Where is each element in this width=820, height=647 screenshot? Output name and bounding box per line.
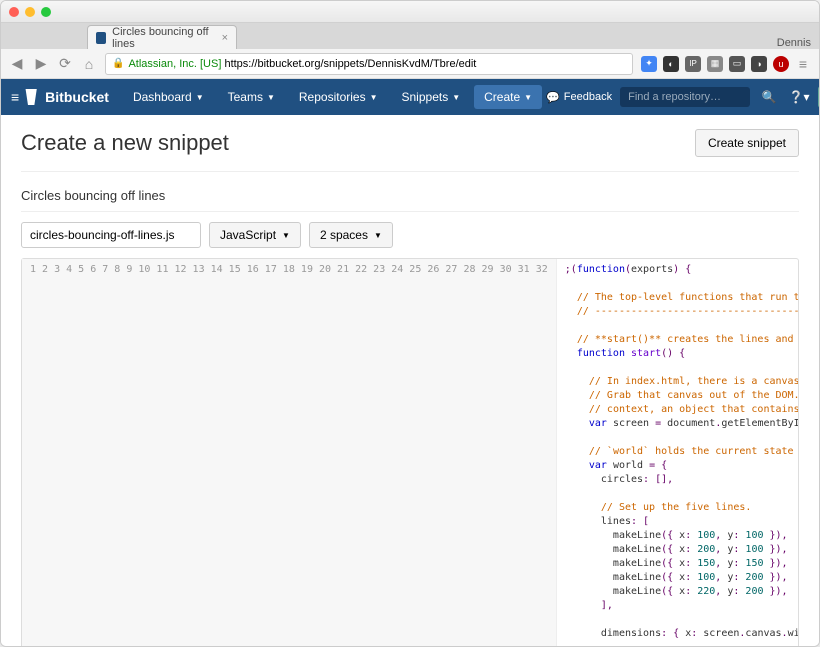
code-editor[interactable]: 1 2 3 4 5 6 7 8 9 10 11 12 13 14 15 16 1…: [21, 258, 799, 646]
bitbucket-favicon: [96, 32, 106, 44]
bitbucket-logo[interactable]: Bitbucket: [23, 89, 109, 105]
ext-icon[interactable]: ▦: [707, 56, 723, 72]
nav-teams[interactable]: Teams▼: [218, 84, 285, 110]
url-field[interactable]: 🔒 Atlassian, Inc. [US] https://bitbucket…: [105, 53, 633, 75]
chevron-down-icon: ▼: [267, 93, 275, 102]
reload-button[interactable]: ⟳: [57, 56, 73, 72]
url-path: https://bitbucket.org/snippets/DennisKvd…: [224, 58, 476, 70]
browser-tab[interactable]: Circles bouncing off lines ×: [87, 25, 237, 49]
close-tab-icon[interactable]: ×: [222, 32, 228, 44]
address-bar: ◀ ▶ ⟳ ⌂ 🔒 Atlassian, Inc. [US] https://b…: [1, 49, 819, 79]
chevron-down-icon: ▼: [282, 231, 290, 240]
chevron-down-icon: ▼: [370, 93, 378, 102]
ext-icon[interactable]: ✦: [641, 56, 657, 72]
maximize-window-button[interactable]: [41, 7, 51, 17]
create-button[interactable]: Create▼: [474, 85, 542, 109]
browser-window: Circles bouncing off lines × Dennis ◀ ▶ …: [0, 0, 820, 647]
search-input[interactable]: [620, 87, 750, 107]
profile-name: Dennis: [777, 37, 819, 49]
minimize-window-button[interactable]: [25, 7, 35, 17]
close-window-button[interactable]: [9, 7, 19, 17]
chevron-down-icon: ▼: [374, 231, 382, 240]
chevron-down-icon: ▼: [452, 93, 460, 102]
snippet-title-input[interactable]: [21, 172, 799, 211]
search-icon[interactable]: 🔍: [758, 86, 780, 108]
extension-icons: ✦ ◐ IP ▦ ▭ ◑ u ≡: [641, 56, 811, 72]
chevron-down-icon: ▼: [196, 93, 204, 102]
bucket-icon: [23, 89, 39, 105]
nav-dashboard[interactable]: Dashboard▼: [123, 84, 214, 110]
feedback-link[interactable]: 💬Feedback: [546, 91, 612, 104]
tab-title: Circles bouncing off lines: [112, 26, 215, 50]
line-gutter: 1 2 3 4 5 6 7 8 9 10 11 12 13 14 15 16 1…: [22, 259, 557, 646]
file-toolbar: JavaScript▼ 2 spaces▼: [21, 211, 799, 258]
indent-select[interactable]: 2 spaces▼: [309, 222, 393, 248]
ext-icon[interactable]: IP: [685, 56, 701, 72]
ext-icon[interactable]: ▭: [729, 56, 745, 72]
hamburger-icon[interactable]: ≡: [11, 89, 19, 105]
lock-icon: 🔒: [112, 58, 124, 69]
titlebar: [1, 1, 819, 23]
home-button[interactable]: ⌂: [81, 56, 97, 72]
bitbucket-nav: ≡ Bitbucket Dashboard▼ Teams▼ Repositori…: [1, 79, 819, 115]
page-header: Create a new snippet Create snippet: [21, 115, 799, 172]
help-icon[interactable]: ❔▾: [788, 86, 810, 108]
ext-icon[interactable]: ◑: [751, 56, 767, 72]
page-title: Create a new snippet: [21, 130, 229, 156]
tab-strip: Circles bouncing off lines × Dennis: [1, 23, 819, 49]
menu-icon[interactable]: ≡: [795, 56, 811, 72]
speech-icon: 💬: [546, 91, 560, 104]
window-controls: [9, 7, 51, 17]
language-select[interactable]: JavaScript▼: [209, 222, 301, 248]
ublock-icon[interactable]: u: [773, 56, 789, 72]
chevron-down-icon: ▼: [524, 93, 532, 102]
nav-repositories[interactable]: Repositories▼: [289, 84, 388, 110]
code-area[interactable]: ;(function(exports) { // The top-level f…: [557, 259, 798, 646]
url-org: Atlassian, Inc. [US]: [128, 58, 221, 70]
create-snippet-button[interactable]: Create snippet: [695, 129, 799, 157]
back-button[interactable]: ◀: [9, 56, 25, 72]
ext-icon[interactable]: ◐: [663, 56, 679, 72]
nav-snippets[interactable]: Snippets▼: [392, 84, 471, 110]
forward-button[interactable]: ▶: [33, 56, 49, 72]
page-content: Create a new snippet Create snippet Java…: [1, 115, 819, 646]
filename-input[interactable]: [21, 222, 201, 248]
